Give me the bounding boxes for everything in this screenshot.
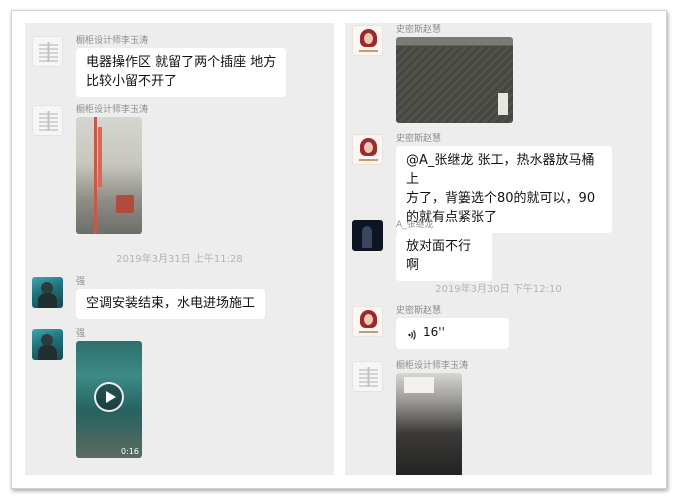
sender-name: 强 — [76, 329, 86, 339]
avatar[interactable] — [352, 25, 383, 56]
avatar-face — [364, 314, 373, 325]
message-text-line: 的就有点紧张了 — [406, 210, 498, 225]
avatar-qr-image — [359, 367, 378, 387]
sender-name: 橱柜设计师李玉涛 — [396, 361, 469, 371]
photo-thumbnail[interactable] — [396, 37, 513, 123]
message-text-line: 放对面不行啊 — [406, 239, 472, 273]
avatar[interactable] — [32, 36, 63, 67]
floor-texture — [396, 47, 513, 123]
sender-name: 史密斯赵慧 — [396, 25, 442, 35]
photo-thumbnail[interactable] — [76, 117, 142, 234]
message-bubble[interactable]: 放对面不行啊 — [396, 232, 492, 281]
sender-name: 橱柜设计师李玉涛 — [76, 36, 149, 46]
avatar[interactable] — [32, 105, 63, 136]
message-text-line: 空调安装结束，水电进场施工 — [86, 296, 256, 311]
message-text-line: 比较小留不开了 — [86, 74, 178, 89]
avatar-qr-image — [39, 111, 58, 131]
sender-name: 强 — [76, 277, 86, 287]
message-text-line: @A_张继龙 张工，热水器放马桶上 — [406, 153, 595, 187]
avatar-caption — [359, 50, 378, 52]
avatar-figure — [362, 226, 372, 248]
message-text-line: 电器操作区 就留了两个插座 地方 — [86, 55, 277, 70]
photo-thumbnail[interactable] — [396, 373, 462, 475]
chat-panel-left[interactable]: 橱柜设计师李玉涛 电器操作区 就留了两个插座 地方 比较小留不开了 橱柜设计师李… — [25, 23, 334, 475]
avatar-body — [38, 293, 57, 308]
post-graphic — [498, 93, 508, 115]
message-bubble[interactable]: 电器操作区 就留了两个插座 地方 比较小留不开了 — [76, 48, 286, 97]
play-icon[interactable] — [94, 382, 124, 412]
avatar-body — [38, 345, 57, 360]
avatar[interactable] — [32, 329, 63, 360]
voice-bubble[interactable]: 16'' — [396, 318, 509, 349]
sender-name: 橱柜设计师李玉涛 — [76, 105, 149, 115]
voice-icon — [408, 330, 416, 340]
avatar[interactable] — [352, 306, 383, 337]
avatar-face — [364, 142, 373, 153]
timestamp: 2019年3月31日 上午11:28 — [116, 254, 243, 265]
video-duration: 0:16 — [121, 447, 139, 456]
avatar-face — [364, 33, 373, 44]
sender-name: A_张继龙 — [396, 220, 434, 230]
avatar[interactable] — [352, 220, 383, 251]
box-graphic — [116, 195, 134, 213]
avatar-caption — [359, 159, 378, 161]
window-graphic — [404, 377, 434, 393]
sender-name: 史密斯赵慧 — [396, 134, 442, 144]
pipe-graphic — [98, 127, 102, 187]
voice-duration: 16'' — [423, 325, 445, 339]
message-bubble[interactable]: 空调安装结束，水电进场施工 — [76, 289, 265, 319]
avatar[interactable] — [352, 361, 383, 392]
message-text-line: 方了，背篓选个80的就可以，90 — [406, 191, 596, 206]
avatar[interactable] — [32, 277, 63, 308]
avatar-caption — [359, 331, 378, 333]
avatar[interactable] — [352, 134, 383, 165]
chat-panel-right[interactable]: 史密斯赵慧 史密斯赵慧 @A_张继龙 张工，热水器放马桶上 方了，背篓选个80的… — [345, 23, 652, 475]
video-thumbnail[interactable]: 0:16 — [76, 341, 142, 458]
avatar-qr-image — [39, 42, 58, 62]
sender-name: 史密斯赵慧 — [396, 306, 442, 316]
timestamp: 2019年3月30日 下午12:10 — [435, 284, 562, 295]
